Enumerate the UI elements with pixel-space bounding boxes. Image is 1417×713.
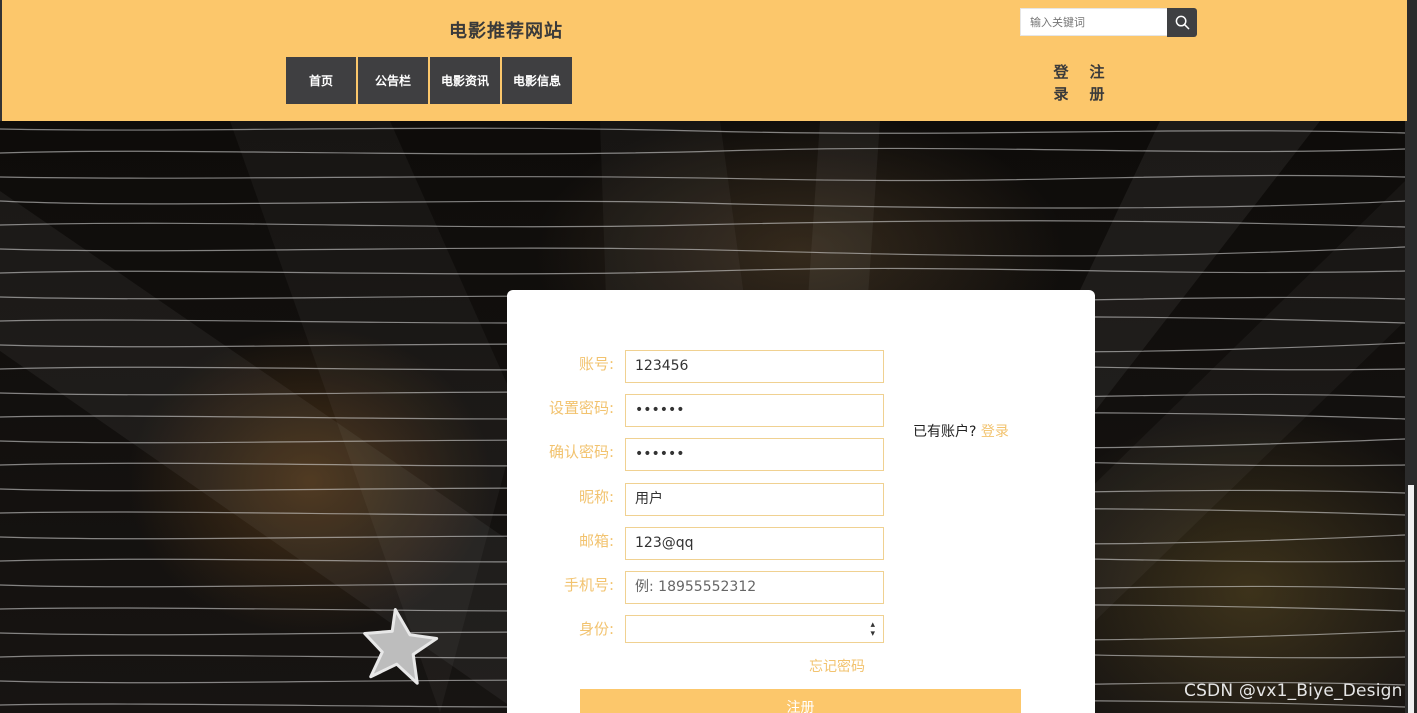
site-title: 电影推荐网站 xyxy=(449,21,563,42)
forgot-password-link[interactable]: 忘记密码 xyxy=(809,656,865,676)
login-link[interactable]: 登录 xyxy=(981,424,1009,440)
account-row: 账号: 123456 xyxy=(507,350,907,384)
search-icon xyxy=(1175,15,1189,30)
watermark: CSDN @vx1_Biye_Design xyxy=(1184,681,1403,701)
register-submit-button[interactable]: 注册 xyxy=(580,689,1021,713)
role-label: 身份: xyxy=(578,620,614,638)
account-label: 账号: xyxy=(578,355,614,373)
email-label: 邮箱: xyxy=(578,532,614,550)
search-button[interactable] xyxy=(1167,8,1197,37)
have-account-prompt: 已有账户? 登录 xyxy=(913,421,1009,441)
scrollbar-thumb[interactable] xyxy=(1408,485,1414,713)
nav-home[interactable]: 首页 xyxy=(286,57,356,104)
role-row: 身份: ▴ ▾ xyxy=(507,615,907,649)
password-input[interactable]: •••••• xyxy=(625,394,884,427)
confirm-password-input[interactable]: •••••• xyxy=(625,438,884,471)
nav-movie-info[interactable]: 电影信息 xyxy=(502,57,572,104)
header-register-link[interactable]: 注册 xyxy=(1088,61,1106,105)
register-form-card: 账号: 123456 设置密码: •••••• 确认密码: •••••• 昵称:… xyxy=(507,290,1095,713)
nav-announcements[interactable]: 公告栏 xyxy=(358,57,428,104)
nav-movie-news[interactable]: 电影资讯 xyxy=(430,57,500,104)
header-login-link[interactable]: 登录 xyxy=(1052,61,1070,105)
select-arrows-icon: ▴ ▾ xyxy=(870,620,875,639)
phone-row: 手机号: 例: 18955552312 xyxy=(507,571,907,605)
nickname-label: 昵称: xyxy=(578,488,614,506)
role-select[interactable]: ▴ ▾ xyxy=(625,615,884,643)
main-nav: 首页 公告栏 电影资讯 电影信息 xyxy=(286,57,572,104)
phone-label: 手机号: xyxy=(563,576,614,594)
email-input[interactable]: 123@qq xyxy=(625,527,884,560)
confirm-password-label: 确认密码: xyxy=(548,443,614,461)
page: 电影推荐网站 首页 公告栏 电影资讯 电影信息 登录 注册 账号: 123456… xyxy=(0,0,1417,713)
password-row: 设置密码: •••••• xyxy=(507,394,907,428)
phone-input[interactable]: 例: 18955552312 xyxy=(625,571,884,604)
site-header: 电影推荐网站 首页 公告栏 电影资讯 电影信息 登录 注册 xyxy=(0,0,1407,121)
nickname-input[interactable]: 用户 xyxy=(625,483,884,516)
account-input[interactable]: 123456 xyxy=(625,350,884,383)
confirm-password-row: 确认密码: •••••• xyxy=(507,438,907,472)
email-row: 邮箱: 123@qq xyxy=(507,527,907,561)
password-label: 设置密码: xyxy=(548,399,614,417)
search-input[interactable] xyxy=(1020,8,1168,36)
nickname-row: 昵称: 用户 xyxy=(507,483,907,517)
have-account-text: 已有账户? xyxy=(913,424,977,440)
